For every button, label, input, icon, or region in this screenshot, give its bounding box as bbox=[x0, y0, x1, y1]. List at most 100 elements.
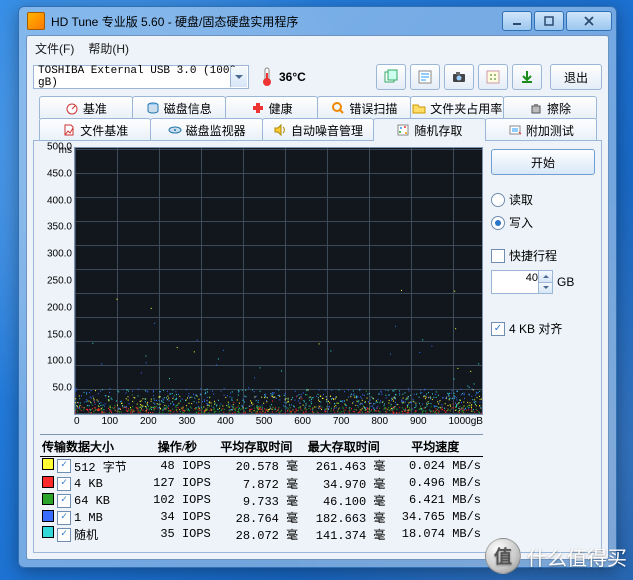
tab-disk-info[interactable]: 磁盘信息 bbox=[132, 96, 226, 119]
series-swatch-icon bbox=[42, 493, 54, 505]
copy-text-button[interactable] bbox=[410, 64, 440, 90]
folder-usage-icon bbox=[412, 101, 426, 115]
radio-write[interactable]: 写入 bbox=[491, 214, 595, 231]
spin-up-icon[interactable] bbox=[538, 271, 552, 283]
col-header: 操作/秒 bbox=[142, 437, 213, 457]
y-tick: 350.0 bbox=[47, 222, 72, 233]
y-tick: 50.0 bbox=[53, 383, 72, 394]
chart: ms50.0100.0150.0200.0250.0300.0350.0400.… bbox=[40, 147, 483, 415]
row-check[interactable]: ✓512 字节 bbox=[57, 458, 127, 475]
row-check[interactable]: ✓随机 bbox=[57, 526, 98, 543]
benchmark-icon bbox=[65, 101, 79, 115]
copy-info-button[interactable] bbox=[376, 64, 406, 90]
checkbox-icon: ✓ bbox=[57, 477, 71, 491]
tab-bar: 基准磁盘信息健康错误扫描文件夹占用率擦除 文件基准磁盘监视器自动噪音管理随机存取… bbox=[39, 96, 596, 141]
toolbar: TOSHIBA External USB 3.0 (1000 gB) 36°C … bbox=[33, 62, 602, 92]
y-tick: 200.0 bbox=[47, 302, 72, 313]
x-tick: 1000gB bbox=[449, 416, 483, 430]
results-table: 传输数据大小操作/秒平均存取时间最大存取时间平均速度 ✓512 字节48 IOP… bbox=[40, 434, 483, 543]
x-tick: 400 bbox=[217, 416, 234, 430]
y-tick: 500.0 bbox=[47, 142, 72, 153]
radio-icon bbox=[491, 193, 505, 207]
device-combo[interactable]: TOSHIBA External USB 3.0 (1000 gB) bbox=[33, 65, 249, 89]
chart-plot-area bbox=[74, 147, 483, 415]
checkbox-icon: ✓ bbox=[491, 322, 505, 336]
disk-info-icon bbox=[146, 101, 160, 115]
row-check[interactable]: ✓64 KB bbox=[57, 494, 110, 508]
watermark-badge-icon: 值 bbox=[485, 538, 521, 574]
row-check[interactable]: ✓1 MB bbox=[57, 511, 103, 525]
check-4kb-align[interactable]: ✓4 KB 对齐 bbox=[491, 320, 595, 337]
screenshot-button[interactable] bbox=[444, 64, 474, 90]
watermark: 值 什么值得买 bbox=[485, 538, 627, 574]
series-swatch-icon bbox=[42, 526, 54, 538]
health-icon bbox=[251, 101, 265, 115]
tab-random-access[interactable]: 随机存取 bbox=[373, 118, 485, 141]
table-row: ✓512 字节48 IOPS20.578 毫261.463 毫0.024 MB/… bbox=[40, 457, 483, 475]
size-spinner[interactable]: 40 GB bbox=[491, 270, 595, 294]
app-window: HD Tune 专业版 5.60 - 硬盘/固态硬盘实用程序 文件(F) 帮助(… bbox=[18, 6, 617, 568]
tab-error-scan[interactable]: 错误扫描 bbox=[317, 96, 411, 119]
series-swatch-icon bbox=[42, 458, 54, 470]
table-row: ✓4 KB127 IOPS7.872 毫34.970 毫0.496 MB/s bbox=[40, 475, 483, 492]
tab-erase[interactable]: 擦除 bbox=[503, 96, 597, 119]
x-tick: 800 bbox=[371, 416, 388, 430]
side-panel: 开始 读取 写入 快捷行程 40 GB ✓4 KB 对齐 bbox=[491, 147, 595, 546]
settings-button[interactable] bbox=[478, 64, 508, 90]
series-swatch-icon bbox=[42, 476, 54, 488]
tab-folder-usage[interactable]: 文件夹占用率 bbox=[410, 96, 504, 119]
window-title: HD Tune 专业版 5.60 - 硬盘/固态硬盘实用程序 bbox=[51, 13, 502, 30]
col-header: 平均存取时间 bbox=[213, 437, 300, 457]
tab-file-bench[interactable]: 文件基准 bbox=[39, 118, 151, 141]
col-header: 最大存取时间 bbox=[300, 437, 387, 457]
thermometer-icon bbox=[259, 66, 275, 88]
series-swatch-icon bbox=[42, 510, 54, 522]
checkbox-icon bbox=[491, 249, 505, 263]
random-access-icon bbox=[396, 123, 410, 137]
y-tick: 400.0 bbox=[47, 195, 72, 206]
checkbox-icon: ✓ bbox=[57, 459, 71, 473]
menu-bar: 文件(F) 帮助(H) bbox=[27, 36, 608, 60]
y-tick: 250.0 bbox=[47, 276, 72, 287]
check-quick[interactable]: 快捷行程 bbox=[491, 247, 595, 264]
x-tick: 600 bbox=[294, 416, 311, 430]
x-tick: 700 bbox=[333, 416, 350, 430]
table-row: ✓随机35 IOPS28.072 毫141.374 毫18.074 MB/s bbox=[40, 526, 483, 544]
tab-health[interactable]: 健康 bbox=[225, 96, 319, 119]
checkbox-icon: ✓ bbox=[57, 494, 71, 508]
temperature-readout: 36°C bbox=[279, 70, 306, 84]
maximize-button[interactable] bbox=[534, 11, 564, 31]
y-tick: 450.0 bbox=[47, 168, 72, 179]
file-bench-icon bbox=[62, 123, 76, 137]
table-row: ✓64 KB102 IOPS9.733 毫46.100 毫6.421 MB/s bbox=[40, 492, 483, 509]
chevron-down-icon[interactable] bbox=[230, 67, 247, 87]
checkbox-icon: ✓ bbox=[57, 528, 71, 542]
tab-benchmark[interactable]: 基准 bbox=[39, 96, 133, 119]
close-button[interactable] bbox=[566, 11, 612, 31]
tab-extra[interactable]: 附加测试 bbox=[485, 118, 597, 141]
y-tick: 150.0 bbox=[47, 329, 72, 340]
start-button[interactable]: 开始 bbox=[491, 149, 595, 175]
x-tick: 300 bbox=[179, 416, 196, 430]
save-button[interactable] bbox=[512, 64, 542, 90]
x-tick: 100 bbox=[101, 416, 118, 430]
y-tick: 100.0 bbox=[47, 356, 72, 367]
tab-aam[interactable]: 自动噪音管理 bbox=[262, 118, 374, 141]
exit-button[interactable]: 退出 bbox=[550, 64, 602, 90]
menu-file[interactable]: 文件(F) bbox=[35, 40, 74, 57]
menu-help[interactable]: 帮助(H) bbox=[88, 40, 129, 57]
app-icon bbox=[27, 12, 45, 30]
titlebar[interactable]: HD Tune 专业版 5.60 - 硬盘/固态硬盘实用程序 bbox=[19, 7, 616, 35]
x-tick: 900 bbox=[410, 416, 427, 430]
radio-read[interactable]: 读取 bbox=[491, 191, 595, 208]
extra-icon bbox=[508, 123, 522, 137]
minimize-button[interactable] bbox=[502, 11, 532, 31]
table-row: ✓1 MB34 IOPS28.764 毫182.663 毫34.765 MB/s bbox=[40, 509, 483, 526]
x-axis: 01002003004005006007008009001000gB bbox=[74, 415, 483, 430]
spin-down-icon[interactable] bbox=[538, 283, 552, 294]
tab-disk-monitor[interactable]: 磁盘监视器 bbox=[150, 118, 262, 141]
col-header: 平均速度 bbox=[387, 437, 483, 457]
tab-random-access-pane: ms50.0100.0150.0200.0250.0300.0350.0400.… bbox=[33, 140, 602, 553]
row-check[interactable]: ✓4 KB bbox=[57, 477, 103, 491]
x-tick: 0 bbox=[74, 416, 80, 430]
